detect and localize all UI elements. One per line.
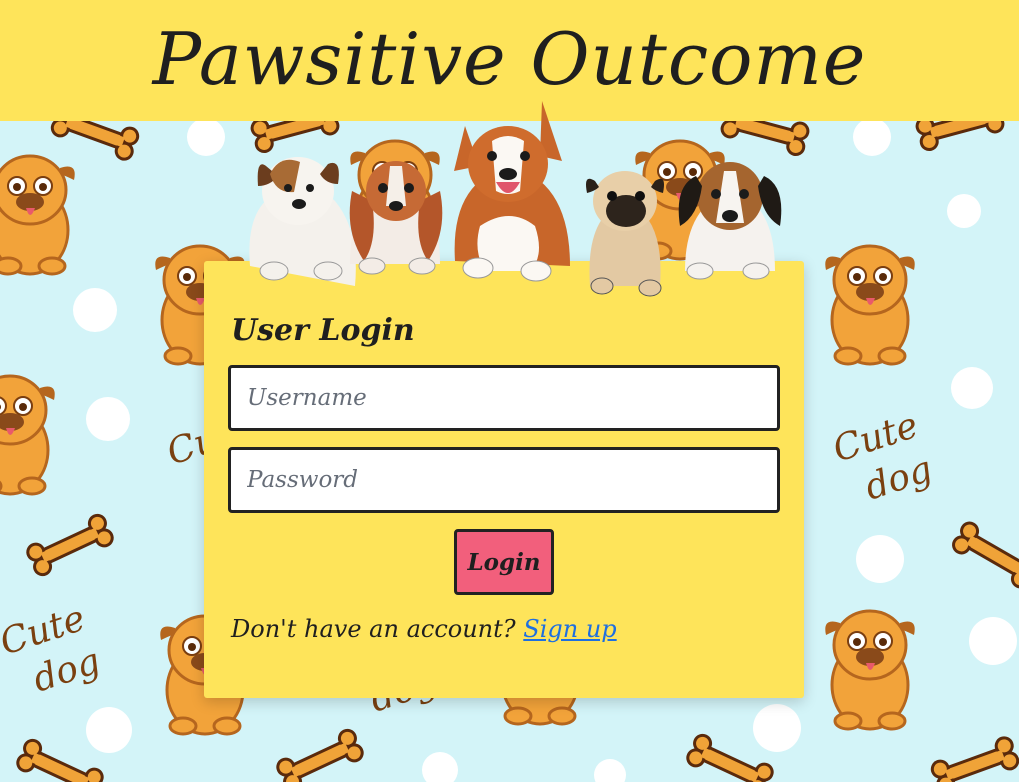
username-input[interactable] — [231, 368, 777, 428]
pug-illustration — [0, 154, 77, 276]
username-field — [228, 365, 780, 431]
signup-prompt: Don't have an account? — [231, 615, 516, 643]
login-title: User Login — [231, 313, 415, 348]
password-input[interactable] — [231, 450, 777, 510]
corgi-dog-image — [454, 101, 570, 282]
password-field — [228, 447, 780, 513]
jack-russell-dog-image — [249, 157, 356, 286]
dogs-illustration — [249, 101, 782, 297]
signup-row: Don't have an account? Sign up — [231, 615, 617, 643]
pug-dog-image — [586, 171, 664, 297]
signup-link[interactable]: Sign up — [523, 615, 616, 643]
login-button[interactable]: Login — [454, 529, 554, 595]
login-card: User Login Login Don't have an account? … — [204, 261, 804, 698]
beagle-dog-image — [678, 162, 782, 280]
cavalier-dog-image — [349, 161, 443, 275]
